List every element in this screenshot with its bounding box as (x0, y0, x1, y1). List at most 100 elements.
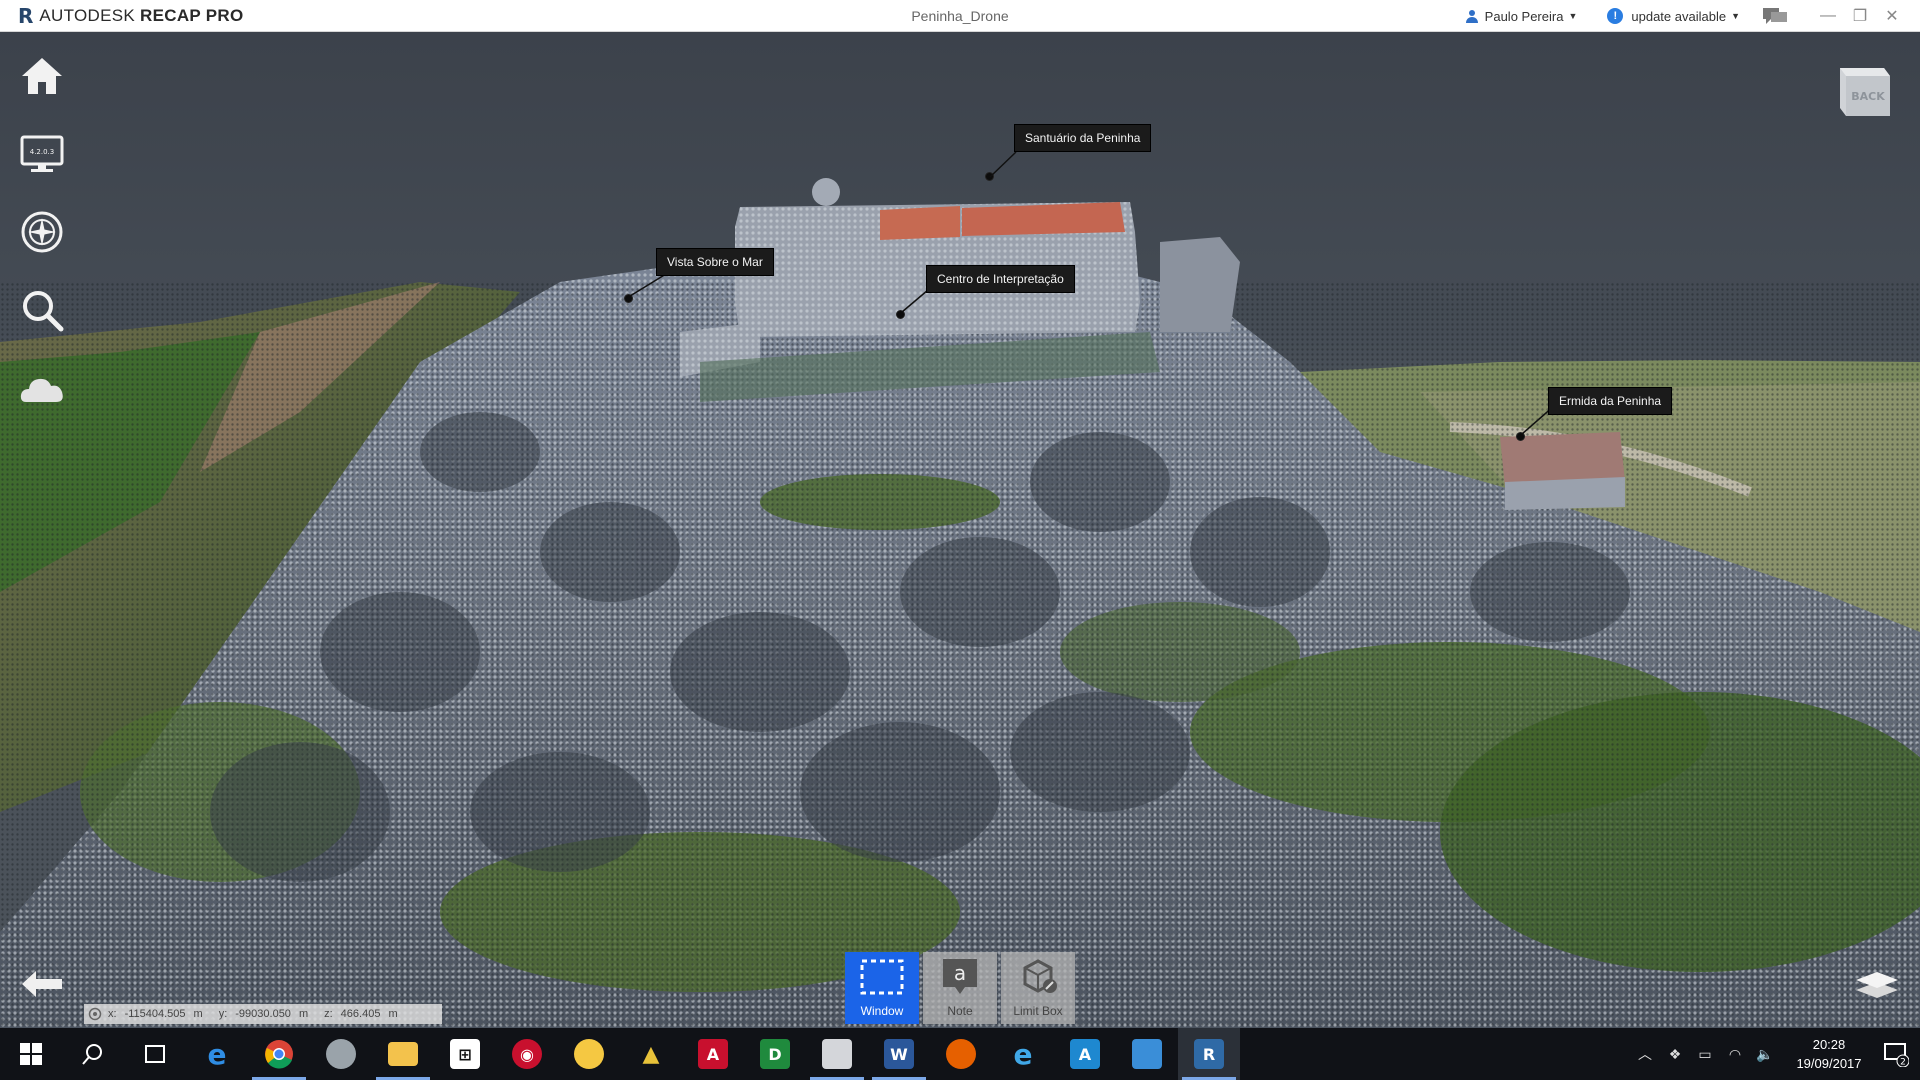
selection-toolbar: Window a Note Limit Box (845, 952, 1079, 1024)
title-bar: R AUTODESK RECAP PRO Peninha_Drone Paulo… (0, 0, 1920, 32)
taskbar-app-viewer[interactable] (806, 1028, 868, 1080)
start-button[interactable] (0, 1028, 62, 1080)
taskbar-app-file-explorer[interactable] (372, 1028, 434, 1080)
app-brand: R AUTODESK RECAP PRO (18, 4, 244, 28)
taskbar-app-photos[interactable] (1116, 1028, 1178, 1080)
search-icon (82, 1044, 102, 1065)
battery-icon[interactable]: ▭ (1690, 1046, 1720, 1063)
update-menu[interactable]: ! update available ▼ (1607, 8, 1740, 24)
note-glyph: a (954, 961, 966, 985)
recap-photo-icon (326, 1039, 356, 1069)
compass-icon (21, 211, 63, 253)
taskbar-app-firefox[interactable] (930, 1028, 992, 1080)
edge-icon: e (207, 1037, 227, 1071)
chevron-up-icon[interactable]: ︿ (1630, 1044, 1660, 1064)
action-center-button[interactable]: 2 (1872, 1041, 1920, 1067)
layers-icon[interactable] (1852, 964, 1902, 1004)
search-button[interactable] (16, 284, 68, 336)
undo-arrow-icon[interactable] (18, 964, 68, 1004)
taskbar-app-recap-photo[interactable] (310, 1028, 372, 1080)
cloud-button[interactable] (16, 362, 68, 414)
info-icon: ! (1607, 8, 1624, 24)
coord-y-unit: m (298, 1008, 309, 1020)
firefox-icon (946, 1039, 976, 1069)
note-button[interactable]: a Note (923, 952, 997, 1024)
coord-y-value: -99030.050 (235, 1008, 291, 1020)
chrome-icon (265, 1040, 293, 1069)
taskbar-app-ie[interactable]: e (992, 1028, 1054, 1080)
wifi-icon[interactable]: ◠ (1720, 1046, 1750, 1063)
system-tray: ︿ ❖ ▭ ◠ 🔈 20:28 19/09/2017 2 (1630, 1028, 1920, 1080)
brand-product: RECAP PRO (140, 5, 244, 25)
taskbar-app-paint[interactable] (558, 1028, 620, 1080)
window-select-icon (860, 959, 904, 995)
coordinate-readout: x: -115404.505 m y: -99030.050 m z: 466.… (84, 1004, 442, 1024)
home-icon (22, 58, 62, 94)
dwg-icon: D (760, 1039, 790, 1069)
note-icon: a (943, 959, 977, 994)
annotation-label-santuario[interactable]: Santuário da Peninha (1014, 124, 1152, 152)
a360-icon: A (1070, 1039, 1100, 1069)
limit-box-label: Limit Box (1013, 1004, 1063, 1018)
annotation-label-ermida[interactable]: Ermida da Peninha (1548, 387, 1673, 415)
recap-icon: R (1194, 1039, 1224, 1069)
home-button[interactable] (16, 50, 68, 102)
display-version-badge: 4.2.0.3 (30, 148, 55, 156)
close-button[interactable]: ✕ (1876, 0, 1908, 32)
dropbox-icon[interactable]: ❖ (1660, 1046, 1690, 1063)
note-label: Note (947, 1004, 973, 1018)
caret-down-icon: ▼ (1568, 11, 1578, 21)
road-icon: ▲ (642, 1041, 660, 1067)
point-cloud-scene (0, 178, 1920, 1028)
volume-icon[interactable]: 🔈 (1750, 1046, 1780, 1063)
taskbar-app-chrome[interactable] (248, 1028, 310, 1080)
chat-icon[interactable] (1762, 6, 1788, 26)
brand-autodesk: AUTODESK (39, 5, 136, 25)
gear-icon[interactable] (88, 1007, 102, 1021)
limit-box-icon (1023, 959, 1057, 993)
store-icon: ⊞ (450, 1039, 480, 1069)
taskbar-app-store[interactable]: ⊞ (434, 1028, 496, 1080)
autodesk-app-icon: ◉ (512, 1039, 542, 1069)
restore-button[interactable]: ❐ (1844, 0, 1876, 32)
annotation-label-centro[interactable]: Centro de Interpretação (926, 265, 1075, 293)
view-cube-face-label: BACK (1851, 90, 1885, 103)
navigate-button[interactable] (16, 206, 68, 258)
task-view-button[interactable] (124, 1028, 186, 1080)
taskbar-app-recap[interactable]: R (1178, 1028, 1240, 1080)
view-cube[interactable]: BACK (1832, 56, 1894, 124)
coord-y-label: y: (218, 1008, 228, 1020)
taskbar-app-autocad[interactable]: A (682, 1028, 744, 1080)
coord-x-unit: m (193, 1008, 203, 1020)
taskbar-app-dwg[interactable]: D (744, 1028, 806, 1080)
minimize-button[interactable]: — (1812, 0, 1844, 32)
user-icon (1465, 10, 1478, 23)
coord-z-value: 466.405 (340, 1008, 381, 1020)
windows-taskbar: e ⊞ ◉ ▲ A D W e A R ︿ ❖ ▭ ◠ 🔈 20:28 19/0… (0, 1028, 1920, 1080)
user-name: Paulo Pereira (1484, 8, 1564, 24)
window-select-label: Window (860, 1004, 904, 1018)
display-settings-button[interactable]: 4.2.0.3 (16, 128, 68, 180)
navigation-rail: 4.2.0.3 (16, 50, 68, 440)
limit-box-button[interactable]: Limit Box (1001, 952, 1075, 1024)
taskbar-search[interactable] (62, 1028, 124, 1080)
taskbar-clock[interactable]: 20:28 19/09/2017 (1786, 1035, 1872, 1073)
update-label: update available (1631, 8, 1727, 24)
coord-z-label: z: (324, 1008, 333, 1020)
window-select-button[interactable]: Window (845, 952, 919, 1024)
word-icon: W (884, 1039, 914, 1069)
recap-logo-icon: R (18, 3, 34, 28)
taskbar-app-autodesk[interactable]: ◉ (496, 1028, 558, 1080)
taskbar-app-civil-road[interactable]: ▲ (620, 1028, 682, 1080)
point-cloud-viewport[interactable]: 4.2.0.3 BACK Santuário da Peninha Vista … (0, 32, 1920, 1028)
caret-down-icon: ▼ (1731, 11, 1740, 21)
taskbar-app-edge[interactable]: e (186, 1028, 248, 1080)
coord-z-unit: m (388, 1008, 398, 1020)
taskbar-app-a360[interactable]: A (1054, 1028, 1116, 1080)
clock-time: 20:28 (1812, 1037, 1846, 1052)
user-menu[interactable]: Paulo Pereira ▼ (1465, 8, 1578, 24)
taskbar-app-word[interactable]: W (868, 1028, 930, 1080)
annotation-leader-santuario (989, 151, 1017, 178)
annotation-label-vista[interactable]: Vista Sobre o Mar (656, 248, 774, 276)
windows-logo-icon (20, 1043, 42, 1065)
